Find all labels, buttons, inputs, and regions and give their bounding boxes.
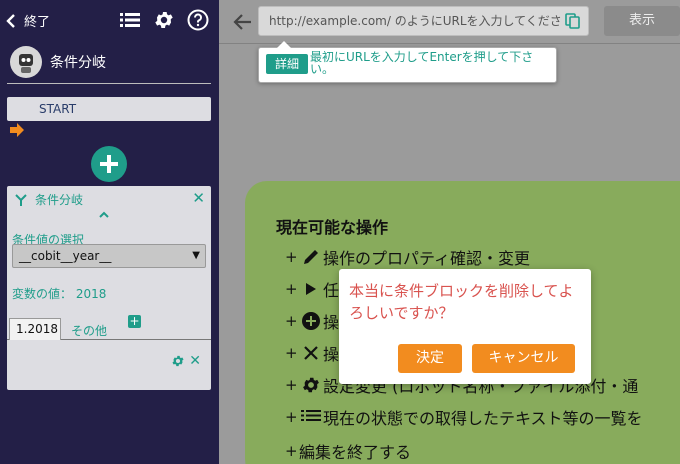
add-circle-icon: [299, 311, 323, 331]
url-tooltip: 詳細 最初にURLを入力してEnterを押して下さい。: [258, 41, 557, 83]
panel-title: 現在可能な操作: [276, 218, 389, 237]
operation-label: 操作のプロパティ確認・変更: [323, 249, 531, 268]
operation-label: 操: [323, 345, 340, 364]
dialog-message: 本当に条件ブロックを削除してよろしいですか？: [349, 282, 574, 322]
close-icon[interactable]: ✕: [189, 353, 201, 369]
robot-header: 条件分岐: [10, 42, 210, 82]
arrow-right-icon: [10, 123, 24, 137]
sidebar: 終了 条件分岐 START 条件分岐 ✕ 条件値の選択 __cobit__yea…: [0, 0, 219, 464]
tab-2018[interactable]: 1.2018: [9, 318, 61, 340]
operation-label: 操: [323, 313, 340, 332]
operation-item[interactable]: + 操: [285, 341, 339, 365]
plus-label: +: [285, 442, 298, 460]
help-icon[interactable]: [187, 9, 209, 31]
condition-block[interactable]: 条件分岐 ✕ 条件値の選択 __cobit__year__ ▼ 変数の値： 20…: [7, 186, 211, 390]
chevron-up-icon[interactable]: [99, 211, 109, 219]
copy-icon[interactable]: [565, 13, 581, 29]
plus-icon: [100, 155, 118, 173]
operation-item[interactable]: + 編集を終了する: [285, 439, 411, 463]
variable-value: 変数の値： 2018: [12, 287, 107, 301]
plus-label: +: [285, 248, 298, 266]
divider: [7, 83, 211, 84]
exit-label: 終了: [24, 15, 51, 30]
operation-item[interactable]: + 操: [285, 309, 339, 333]
list-icon[interactable]: [119, 9, 141, 31]
operation-label: 任: [323, 281, 340, 300]
robot-avatar: [10, 46, 42, 78]
show-button[interactable]: 表示: [604, 6, 680, 36]
chevron-left-icon: [6, 13, 15, 28]
operation-label: 現在の状態での取得したテキスト等の一覧を: [323, 409, 643, 428]
plus-label: +: [285, 408, 298, 426]
list-icon: [299, 407, 323, 427]
robot-name: 条件分岐: [50, 55, 106, 71]
play-icon: [299, 279, 323, 299]
condition-title-label: 条件分岐: [35, 193, 84, 207]
robot-icon: [19, 54, 33, 73]
condition-tabs: 1.2018 その他 +: [7, 315, 211, 340]
gear-icon[interactable]: [153, 9, 175, 31]
operation-label: 編集を終了する: [299, 443, 412, 462]
plus-label: +: [285, 376, 298, 394]
close-icon: [299, 343, 323, 363]
gear-icon[interactable]: [171, 354, 185, 368]
add-tab-icon[interactable]: +: [128, 315, 141, 328]
confirm-button[interactable]: 決定: [398, 344, 462, 373]
tab-other[interactable]: その他: [71, 322, 107, 339]
exit-button[interactable]: 終了: [6, 11, 50, 30]
start-block[interactable]: START: [7, 97, 211, 121]
delete-confirm-dialog: 本当に条件ブロックを削除してよろしいですか？ 決定 キャンセル: [339, 269, 591, 384]
plus-label: +: [285, 280, 298, 298]
plus-label: +: [285, 344, 298, 362]
arrow-left-icon[interactable]: [233, 12, 253, 32]
tooltip-badge: 詳細: [266, 54, 308, 74]
cancel-button[interactable]: キャンセル: [472, 344, 575, 373]
tab-tools: ✕: [171, 353, 201, 369]
tooltip-text: 最初にURLを入力してEnterを押して下さい。: [310, 50, 534, 76]
url-input[interactable]: http://example.com/ のようにURLを入力してくださ: [258, 6, 589, 36]
browser-bar: http://example.com/ のようにURLを入力してくださ 表示: [219, 0, 680, 44]
operation-item[interactable]: + 任: [285, 277, 339, 301]
sidebar-header: 終了: [0, 0, 219, 42]
branch-icon: [15, 193, 27, 206]
close-icon[interactable]: ✕: [192, 189, 205, 207]
add-block-button[interactable]: [91, 146, 127, 182]
plus-label: +: [285, 312, 298, 330]
condition-select-value: __cobit__year__: [19, 249, 112, 263]
dropdown-icon: ▼: [192, 250, 200, 261]
pencil-icon: [299, 247, 323, 267]
operation-item[interactable]: + 現在の状態での取得したテキスト等の一覧を: [285, 405, 643, 429]
condition-title: 条件分岐: [15, 191, 83, 208]
operation-item[interactable]: + 操作のプロパティ確認・変更: [285, 245, 530, 269]
gear-icon: [299, 375, 323, 395]
sidebar-toolbar: [119, 9, 209, 31]
condition-select[interactable]: __cobit__year__ ▼: [12, 244, 206, 268]
